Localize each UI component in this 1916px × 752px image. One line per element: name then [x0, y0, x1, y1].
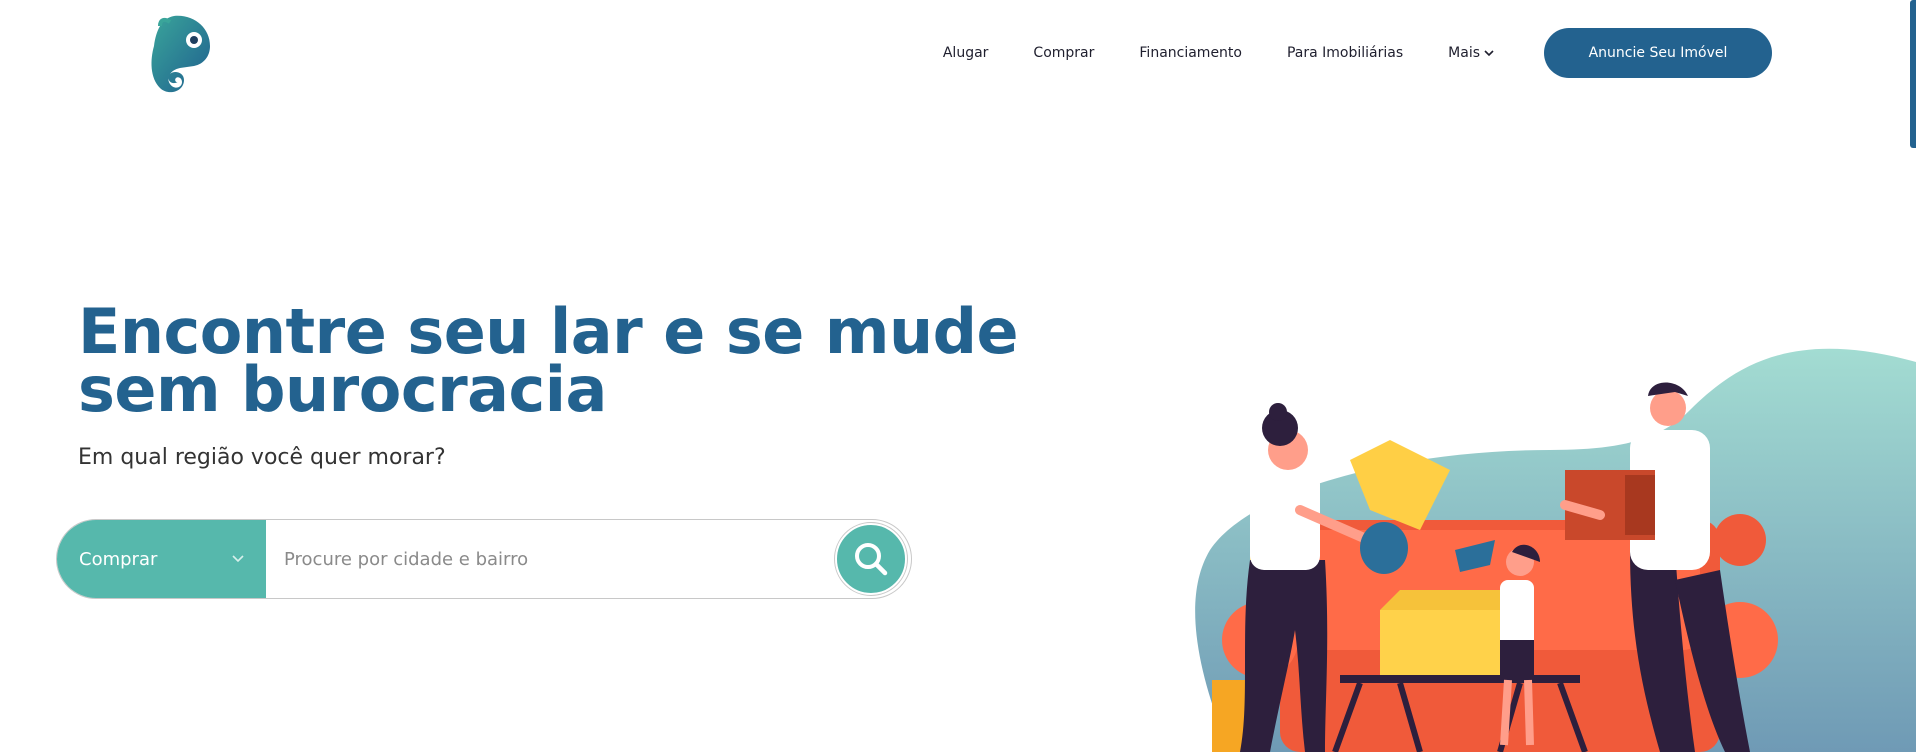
- chameleon-logo-icon: [151, 15, 210, 93]
- site-logo[interactable]: [130, 12, 214, 96]
- search-icon: [855, 543, 888, 576]
- announce-property-button[interactable]: Anuncie Seu Imóvel: [1544, 28, 1772, 78]
- chevron-down-icon: [232, 555, 244, 563]
- nav-link-mais-label: Mais: [1448, 45, 1480, 61]
- nav-link-financiamento[interactable]: Financiamento: [1139, 45, 1242, 61]
- main-nav: Alugar Comprar Financiamento Para Imobil…: [943, 28, 1772, 78]
- nav-link-imobiliarias[interactable]: Para Imobiliárias: [1287, 45, 1403, 61]
- family-moving-illustration: [1195, 348, 1916, 752]
- nav-link-mais[interactable]: Mais: [1448, 45, 1494, 61]
- hero-subtitle: Em qual região você quer morar?: [78, 445, 446, 470]
- hero-title: Encontre seu lar e se mude sem burocraci…: [78, 295, 1019, 426]
- location-search-input[interactable]: [266, 520, 835, 598]
- search-mode-select[interactable]: Comprar: [57, 520, 266, 598]
- property-search-bar: Comprar: [56, 519, 912, 599]
- search-mode-value: Comprar: [79, 548, 158, 570]
- nav-link-comprar[interactable]: Comprar: [1033, 45, 1094, 61]
- scrollbar-thumb[interactable]: [1910, 0, 1916, 148]
- search-button[interactable]: [835, 523, 907, 595]
- chevron-down-icon: [1484, 50, 1494, 57]
- nav-link-alugar[interactable]: Alugar: [943, 45, 989, 61]
